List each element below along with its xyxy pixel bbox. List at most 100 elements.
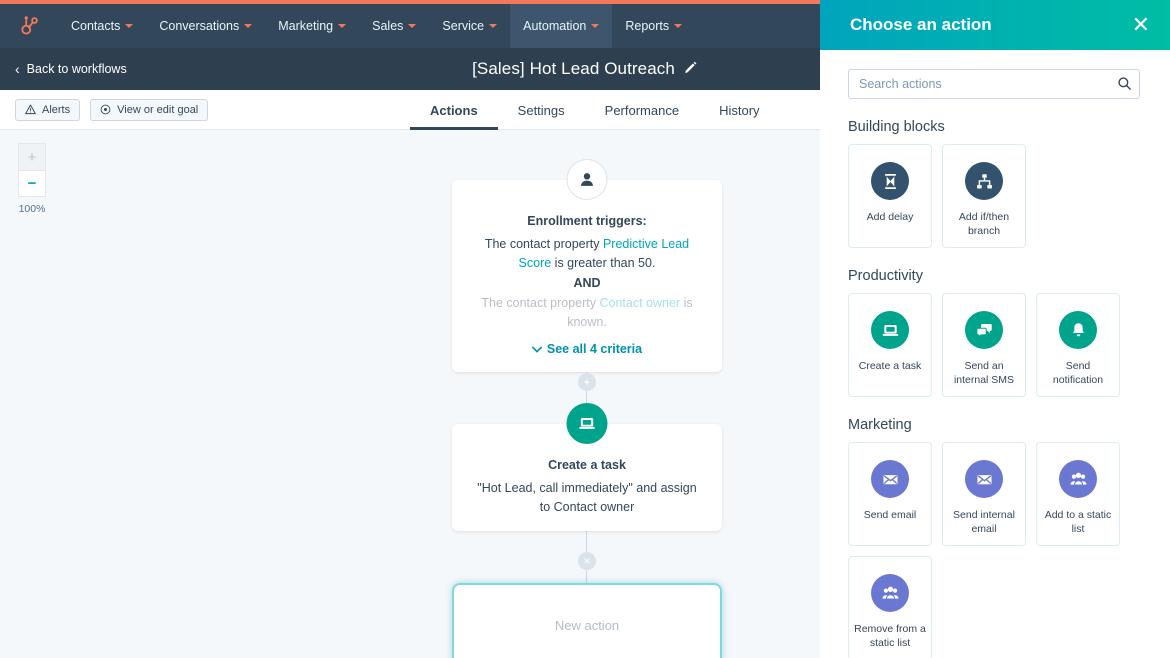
action-card-send-notification[interactable]: Send notification	[1036, 293, 1120, 397]
enrollment-criteria-2: The contact property Contact owner is kn…	[472, 294, 702, 332]
nav-item-sales[interactable]: Sales	[359, 4, 429, 48]
plus-circle-icon: +	[583, 376, 590, 388]
zoom-level-label: 100%	[18, 203, 46, 215]
see-all-criteria-link[interactable]: See all 4 criteria	[532, 342, 642, 356]
panel-body: Building blocks Add delay	[820, 69, 1170, 658]
action-card-add-if-then-branch[interactable]: Add if/then branch	[942, 144, 1026, 248]
action-card-group-productivity: Create a task Send an internal SMS	[848, 293, 1142, 397]
action-card-label: Send internal email	[943, 508, 1025, 536]
chevron-down-icon	[338, 24, 346, 28]
section-title-building-blocks: Building blocks	[848, 119, 1142, 135]
action-card-label: Add if/then branch	[943, 210, 1025, 238]
new-action-drop-target[interactable]: New action	[452, 583, 722, 658]
back-label: Back to workflows	[27, 62, 127, 76]
action-card-send-an-internal-sms[interactable]: Send an internal SMS	[942, 293, 1026, 397]
remove-step-button[interactable]: ×	[578, 552, 596, 570]
view-or-edit-goal-button[interactable]: View or edit goal	[90, 99, 208, 121]
close-icon[interactable]: ✕	[1132, 14, 1150, 36]
action-card-send-internal-email[interactable]: Send internal email	[942, 442, 1026, 546]
action-card-label: Send an internal SMS	[943, 359, 1025, 387]
tab-performance[interactable]: Performance	[585, 90, 699, 130]
nav-label: Sales	[372, 19, 403, 33]
hourglass-icon	[871, 162, 909, 200]
action-card-remove-from-a-static-list[interactable]: Remove from a static list	[848, 556, 932, 658]
chevron-down-icon	[244, 24, 252, 28]
goal-label: View or edit goal	[117, 104, 198, 116]
tab-label: Actions	[430, 103, 478, 118]
action-card-label: Remove from a static list	[849, 622, 931, 650]
warning-triangle-icon	[25, 104, 36, 115]
hubspot-sprocket-icon[interactable]	[0, 4, 58, 48]
nav-item-reports[interactable]: Reports	[612, 4, 695, 48]
choose-action-panel: Choose an action ✕ Building blocks	[820, 0, 1170, 658]
contact-owner-link[interactable]: Contact owner	[600, 296, 681, 310]
nav-label: Automation	[523, 19, 586, 33]
envelope-icon	[871, 460, 909, 498]
chat-bubbles-icon	[965, 311, 1003, 349]
workflow-canvas[interactable]: + − 100% Enrollment triggers: The contac…	[0, 130, 820, 658]
chevron-down-icon	[591, 24, 599, 28]
nav-item-marketing[interactable]: Marketing	[265, 4, 359, 48]
nav-label: Contacts	[71, 19, 120, 33]
add-step-button[interactable]: +	[578, 373, 596, 391]
tab-settings[interactable]: Settings	[498, 90, 585, 130]
chevron-down-icon	[125, 24, 133, 28]
task-laptop-icon	[871, 311, 909, 349]
tab-label: Settings	[518, 103, 565, 118]
enrollment-trigger-card[interactable]: Enrollment triggers: The contact propert…	[452, 180, 722, 372]
chevron-left-icon: ‹	[15, 62, 20, 76]
criteria-operator: AND	[472, 273, 702, 294]
chevron-down-icon	[532, 346, 542, 353]
page-title: [Sales] Hot Lead Outreach	[472, 59, 675, 79]
action-card-group-marketing: Send email Send internal email	[848, 442, 1142, 658]
tab-label: History	[719, 103, 759, 118]
action-card-send-email[interactable]: Send email	[848, 442, 932, 546]
plus-icon: +	[28, 150, 37, 165]
tab-history[interactable]: History	[699, 90, 779, 130]
action-card-add-to-a-static-list[interactable]: Add to a static list	[1036, 442, 1120, 546]
section-title-marketing: Marketing	[848, 417, 1142, 433]
new-action-label: New action	[555, 618, 619, 633]
nav-label: Marketing	[278, 19, 333, 33]
alerts-button[interactable]: Alerts	[15, 99, 80, 121]
people-icon	[1059, 460, 1097, 498]
action-card-create-a-task[interactable]: Create a task	[848, 293, 932, 397]
criteria-prefix: The contact property	[485, 237, 603, 251]
enrollment-criteria-1: The contact property Predictive Lead Sco…	[472, 235, 702, 273]
target-icon	[100, 104, 111, 115]
see-all-label: See all 4 criteria	[547, 342, 642, 356]
action-card-add-delay[interactable]: Add delay	[848, 144, 932, 248]
branch-icon	[965, 162, 1003, 200]
close-circle-icon: ×	[583, 555, 590, 567]
panel-title: Choose an action	[850, 15, 992, 35]
task-laptop-icon	[567, 403, 608, 444]
bell-icon	[1059, 311, 1097, 349]
tab-actions[interactable]: Actions	[410, 90, 498, 130]
search-input[interactable]	[848, 69, 1140, 99]
nav-item-contacts[interactable]: Contacts	[58, 4, 146, 48]
nav-label: Reports	[625, 19, 669, 33]
chevron-down-icon	[489, 24, 497, 28]
nav-item-service[interactable]: Service	[429, 4, 510, 48]
zoom-out-button[interactable]: −	[18, 170, 46, 197]
chevron-down-icon	[674, 24, 682, 28]
workflow-tabs: Actions Settings Performance History	[410, 90, 780, 130]
action-card-label: Send email	[860, 508, 921, 522]
criteria-prefix: The contact property	[481, 296, 599, 310]
action-card-label: Create a task	[855, 359, 925, 373]
action-title: Create a task	[472, 458, 702, 472]
zoom-controls: + − 100%	[18, 143, 46, 215]
alerts-label: Alerts	[42, 104, 70, 116]
back-to-workflows-link[interactable]: ‹ Back to workflows	[15, 62, 127, 76]
pencil-icon[interactable]	[684, 60, 698, 79]
nav-item-conversations[interactable]: Conversations	[146, 4, 265, 48]
zoom-in-button[interactable]: +	[18, 143, 46, 170]
search-icon[interactable]	[1117, 76, 1132, 96]
nav-item-automation[interactable]: Automation	[510, 4, 612, 48]
people-icon	[871, 574, 909, 612]
envelope-icon	[965, 460, 1003, 498]
nav-label: Service	[442, 19, 484, 33]
search-actions-wrapper	[848, 69, 1142, 99]
action-card-label: Add to a static list	[1037, 508, 1119, 536]
minus-icon: −	[28, 176, 37, 191]
